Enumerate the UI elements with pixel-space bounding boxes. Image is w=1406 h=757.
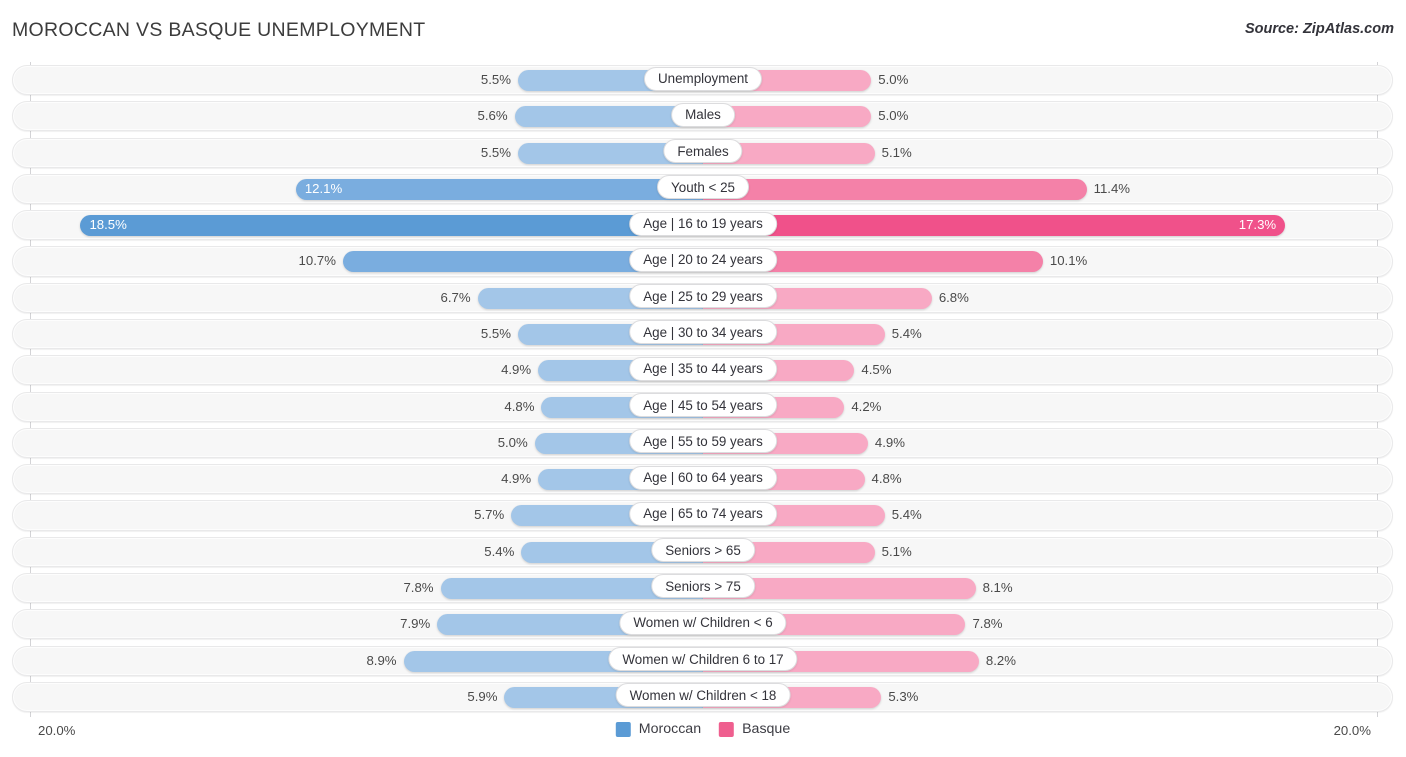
page-title: MOROCCAN VS BASQUE UNEMPLOYMENT bbox=[12, 19, 426, 41]
value-label-moroccan: 5.5% bbox=[480, 325, 511, 341]
value-label-moroccan: 5.0% bbox=[497, 434, 528, 450]
bar-rows-container: 5.5% 5.0% Unemployment 5.6% 5.0% Males 5.5% 5.1… bbox=[0, 62, 1406, 715]
value-label-moroccan: 7.9% bbox=[400, 616, 431, 632]
category-label[interactable]: Age | 25 to 29 years bbox=[629, 284, 777, 309]
legend-label: Moroccan bbox=[638, 721, 702, 737]
bar-row: 5.6% 5.0% Males bbox=[0, 98, 1406, 134]
value-label-moroccan: 5.6% bbox=[477, 108, 508, 124]
value-label-moroccan: 5.9% bbox=[467, 688, 498, 704]
legend-swatch-icon bbox=[719, 721, 735, 737]
value-label-basque: 7.8% bbox=[972, 616, 1003, 632]
value-label-basque: 5.4% bbox=[891, 507, 922, 523]
value-label-basque: 4.2% bbox=[851, 398, 882, 414]
value-label-moroccan: 7.8% bbox=[403, 579, 434, 595]
category-label[interactable]: Unemployment bbox=[643, 66, 763, 91]
category-label[interactable]: Age | 20 to 24 years bbox=[629, 247, 777, 272]
category-label[interactable]: Youth < 25 bbox=[657, 175, 749, 200]
value-label-moroccan: 5.5% bbox=[480, 144, 511, 160]
category-label[interactable]: Females bbox=[663, 139, 743, 164]
category-label[interactable]: Seniors > 65 bbox=[651, 538, 755, 563]
value-label-basque: 4.9% bbox=[874, 434, 905, 450]
legend-item[interactable]: Moroccan bbox=[615, 721, 702, 737]
axis-tick-right: 20.0% bbox=[1333, 723, 1371, 738]
value-label-moroccan: 5.4% bbox=[484, 543, 515, 559]
plot-area: 5.5% 5.0% Unemployment 5.6% 5.0% Males 5.5% 5.1… bbox=[0, 62, 1406, 717]
bar-row: 8.9% 8.2% Women w/ Children 6 to 17 bbox=[0, 643, 1406, 679]
value-label-basque: 4.8% bbox=[871, 471, 902, 487]
source-attribution: Source: ZipAtlas.com bbox=[1244, 21, 1394, 37]
bar-row: 10.7% 10.1% Age | 20 to 24 years bbox=[0, 243, 1406, 279]
value-label-basque: 17.3% bbox=[1238, 217, 1277, 233]
value-label-moroccan: 4.9% bbox=[501, 362, 532, 378]
category-label[interactable]: Age | 30 to 34 years bbox=[629, 320, 777, 345]
category-label[interactable]: Age | 65 to 74 years bbox=[629, 501, 777, 526]
category-label[interactable]: Age | 35 to 44 years bbox=[629, 356, 777, 381]
bar-moroccan bbox=[80, 215, 703, 237]
legend-item[interactable]: Basque bbox=[719, 721, 790, 737]
value-label-basque: 5.0% bbox=[878, 108, 909, 124]
value-label-moroccan: 5.7% bbox=[474, 507, 505, 523]
bar-row: 4.8% 4.2% Age | 45 to 54 years bbox=[0, 389, 1406, 425]
bar-row: 7.8% 8.1% Seniors > 75 bbox=[0, 570, 1406, 606]
axis-tick-left: 20.0% bbox=[38, 723, 76, 738]
bar-row: 4.9% 4.5% Age | 35 to 44 years bbox=[0, 352, 1406, 388]
value-label-moroccan: 10.7% bbox=[298, 253, 336, 269]
bar-row: 5.9% 5.3% Women w/ Children < 18 bbox=[0, 679, 1406, 715]
category-label[interactable]: Women w/ Children < 6 bbox=[619, 610, 787, 635]
bar-row: 7.9% 7.8% Women w/ Children < 6 bbox=[0, 606, 1406, 642]
bar-row: 5.5% 5.4% Age | 30 to 34 years bbox=[0, 316, 1406, 352]
value-label-moroccan: 4.9% bbox=[501, 471, 532, 487]
bar-row: 6.7% 6.8% Age | 25 to 29 years bbox=[0, 280, 1406, 316]
bar-row: 5.5% 5.0% Unemployment bbox=[0, 62, 1406, 98]
bar-row: 12.1% 11.4% Youth < 25 bbox=[0, 171, 1406, 207]
value-label-basque: 5.3% bbox=[888, 688, 919, 704]
bar-row: 5.7% 5.4% Age | 65 to 74 years bbox=[0, 497, 1406, 533]
bar-row: 18.5% 17.3% Age | 16 to 19 years bbox=[0, 207, 1406, 243]
value-label-moroccan: 5.5% bbox=[480, 72, 511, 87]
value-label-moroccan: 12.1% bbox=[304, 180, 343, 196]
bar-row: 5.5% 5.1% Females bbox=[0, 135, 1406, 171]
category-label[interactable]: Women w/ Children < 18 bbox=[615, 683, 791, 708]
category-label[interactable]: Women w/ Children 6 to 17 bbox=[608, 647, 798, 671]
value-label-basque: 5.0% bbox=[878, 72, 909, 87]
value-label-basque: 8.2% bbox=[985, 652, 1016, 668]
bar-basque bbox=[703, 215, 1286, 237]
bar-row: 5.0% 4.9% Age | 55 to 59 years bbox=[0, 425, 1406, 461]
value-label-moroccan: 8.9% bbox=[366, 652, 397, 668]
chart-header: MOROCCAN VS BASQUE UNEMPLOYMENT Source: … bbox=[0, 0, 1406, 62]
bar-row: 4.9% 4.8% Age | 60 to 64 years bbox=[0, 461, 1406, 497]
category-label[interactable]: Males bbox=[671, 102, 735, 127]
value-label-moroccan: 4.8% bbox=[504, 398, 535, 414]
value-label-moroccan: 18.5% bbox=[89, 217, 127, 233]
value-label-basque: 5.4% bbox=[891, 325, 922, 341]
bar-basque bbox=[703, 178, 1087, 200]
value-label-basque: 11.4% bbox=[1093, 180, 1131, 196]
bar-moroccan bbox=[295, 178, 703, 200]
chart-footer: 20.0% 20.0% Moroccan Basque bbox=[0, 717, 1406, 757]
category-label[interactable]: Seniors > 75 bbox=[651, 574, 755, 599]
value-label-basque: 5.1% bbox=[881, 543, 912, 559]
value-label-basque: 8.1% bbox=[982, 579, 1013, 595]
chart-root: MOROCCAN VS BASQUE UNEMPLOYMENT Source: … bbox=[0, 0, 1406, 757]
category-label[interactable]: Age | 45 to 54 years bbox=[629, 393, 777, 418]
category-label[interactable]: Age | 16 to 19 years bbox=[629, 211, 777, 236]
value-label-basque: 4.5% bbox=[861, 362, 892, 378]
legend-label: Basque bbox=[742, 721, 791, 737]
value-label-basque: 10.1% bbox=[1049, 253, 1088, 269]
legend-swatch-icon bbox=[615, 721, 631, 737]
value-label-moroccan: 6.7% bbox=[440, 289, 471, 305]
value-label-basque: 5.1% bbox=[881, 144, 912, 160]
chart-legend: Moroccan Basque bbox=[615, 721, 790, 737]
category-label[interactable]: Age | 55 to 59 years bbox=[629, 429, 777, 454]
value-label-basque: 6.8% bbox=[938, 289, 969, 305]
bar-row: 5.4% 5.1% Seniors > 65 bbox=[0, 534, 1406, 570]
category-label[interactable]: Age | 60 to 64 years bbox=[629, 465, 777, 490]
